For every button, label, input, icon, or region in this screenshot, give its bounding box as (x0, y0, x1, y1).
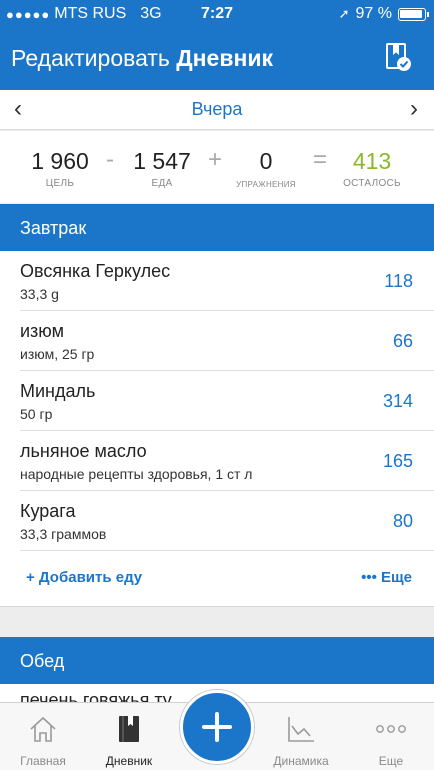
food-calories: 165 (382, 451, 413, 471)
battery-percent: 97 % (355, 5, 392, 22)
battery-icon (398, 7, 429, 21)
app-header: ●●●●● MTS RUS 3G 7:27 ➚ 97 % Редактирова… (0, 0, 434, 90)
diary-check-icon[interactable] (384, 42, 412, 72)
date-label[interactable]: Вчера (0, 99, 434, 120)
food-calories: 66 (392, 331, 413, 351)
tab-home[interactable]: Главная (0, 703, 86, 770)
calorie-goal: 1 960 ЦЕЛЬ (22, 148, 98, 189)
calorie-remaining-value: 413 (352, 148, 392, 174)
food-detail: изюм, 25 гр (20, 346, 95, 362)
breakfast-actions: + Добавить еду ••• Еще (0, 551, 434, 607)
page-title-bold: Дневник (176, 45, 274, 71)
tab-progress[interactable]: Динамика (258, 703, 344, 770)
add-food-button[interactable]: + Добавить еду (26, 569, 142, 586)
date-selector: ‹ Вчера › (0, 90, 434, 130)
home-icon (30, 716, 56, 742)
food-detail: народные рецепты здоровья, 1 ст л (20, 466, 253, 482)
status-bar: ●●●●● MTS RUS 3G 7:27 ➚ 97 % (0, 0, 434, 28)
more-button[interactable]: ••• Еще (361, 569, 412, 586)
calorie-remaining: 413 ОСТАЛОСЬ (334, 148, 410, 189)
location-arrow-icon: ➚ (338, 6, 350, 21)
calorie-food-value: 1 547 (133, 148, 191, 174)
nav-bar: Редактировать Дневник (0, 28, 434, 90)
food-calories: 314 (382, 391, 413, 411)
food-name: льняное масло (20, 441, 147, 461)
calorie-goal-value: 1 960 (31, 148, 89, 174)
food-calories: 80 (392, 511, 413, 531)
breakfast-food-list: Овсянка Геркулес 33,3 g 118 изюм изюм, 2… (0, 251, 434, 551)
meal-header-lunch: Обед (0, 637, 434, 684)
calorie-exercise-label: УПРАЖНЕНИЯ (236, 180, 296, 189)
food-row[interactable]: изюм изюм, 25 гр 66 (0, 311, 434, 371)
food-row[interactable]: Миндаль 50 гр 314 (0, 371, 434, 431)
more-dots-icon (376, 725, 406, 733)
meal-header-breakfast: Завтрак (0, 204, 434, 251)
calorie-exercise-value: 0 (259, 148, 273, 174)
tab-diary[interactable]: Дневник (86, 703, 172, 770)
food-name: Миндаль (20, 381, 96, 401)
tab-diary-label: Дневник (105, 754, 153, 768)
food-detail: 33,3 граммов (20, 526, 107, 542)
chart-icon (288, 717, 314, 742)
food-name: изюм (20, 321, 64, 341)
calorie-remaining-label: ОСТАЛОСЬ (343, 178, 401, 189)
minus-sign: - (106, 146, 114, 173)
calorie-food-label: ЕДА (151, 178, 173, 189)
calorie-food: 1 547 ЕДА (124, 148, 200, 189)
plus-sign: + (207, 146, 222, 173)
food-detail: 33,3 g (20, 286, 59, 302)
tab-more-label: Еще (378, 754, 404, 768)
page-title-regular: Редактировать (11, 45, 170, 71)
add-entry-button[interactable] (180, 690, 254, 764)
tab-home-label: Главная (20, 754, 66, 768)
diary-book-icon (119, 716, 139, 742)
food-calories: 118 (384, 271, 413, 291)
tab-progress-label: Динамика (273, 754, 329, 768)
food-detail: 50 гр (20, 406, 53, 422)
calorie-summary: 1 960 ЦЕЛЬ - 1 547 ЕДА + 0 УПРАЖНЕНИЯ = … (0, 131, 434, 203)
tab-more[interactable]: Еще (348, 703, 434, 770)
food-name: Овсянка Геркулес (20, 261, 171, 281)
plus-icon (202, 712, 232, 742)
chevron-right-icon[interactable]: › (410, 95, 418, 123)
food-row[interactable]: Курага 33,3 граммов 80 (0, 491, 434, 551)
equals-sign: = (312, 146, 327, 173)
food-name: Курага (20, 501, 76, 521)
page-title: Редактировать Дневник (11, 45, 273, 72)
food-row[interactable]: льняное масло народные рецепты здоровья,… (0, 431, 434, 491)
food-row[interactable]: Овсянка Геркулес 33,3 g 118 (0, 251, 434, 311)
calorie-goal-label: ЦЕЛЬ (45, 178, 75, 189)
calorie-exercise: 0 УПРАЖНЕНИЯ (228, 148, 304, 189)
